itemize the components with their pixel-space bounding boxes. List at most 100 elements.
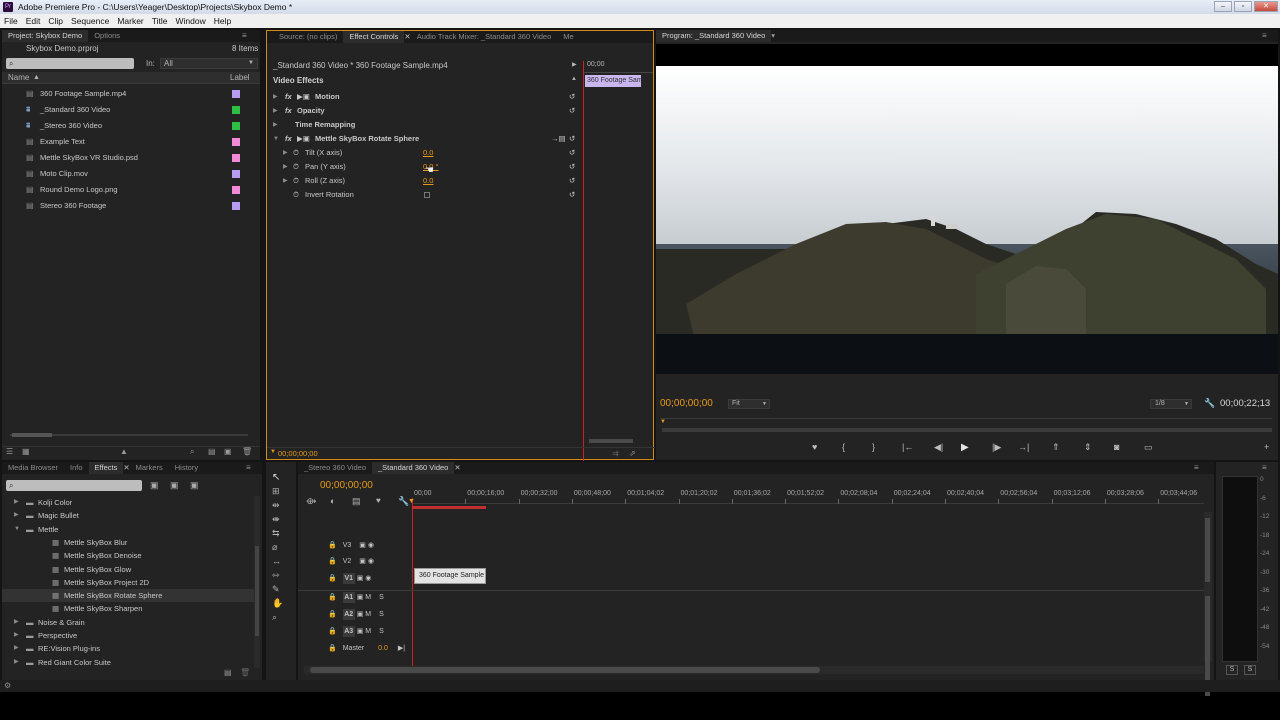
project-item[interactable]: ▤ Example Text: [2, 134, 260, 150]
play-audio-icon[interactable]: ⇉: [612, 449, 619, 458]
slide-tool-icon[interactable]: ⇿: [272, 570, 280, 581]
find-icon[interactable]: ⌕: [190, 447, 194, 457]
safe-margins-icon[interactable]: ▭: [1144, 442, 1153, 453]
effects-tree-item[interactable]: ▶ ▬ Kolji Color: [2, 496, 254, 509]
timeline-vscrollbar[interactable]: [1204, 512, 1212, 696]
timeline-ruler[interactable]: 00;00 00;00;16;00 00;00;32;00 00;00;48;00 00…: [412, 488, 1204, 504]
effects-tree-item[interactable]: ▶ ▬ Noise & Grain: [2, 616, 254, 629]
tab-markers[interactable]: Markers: [130, 462, 169, 474]
scroll-up-icon[interactable]: ▲: [571, 76, 577, 82]
add-button-icon[interactable]: +: [1264, 442, 1269, 452]
tab-history[interactable]: History: [169, 462, 204, 474]
mute-button[interactable]: M: [365, 611, 371, 618]
panel-menu-icon[interactable]: ≡: [1262, 31, 1267, 40]
effects-tree-item[interactable]: ▦ Mettle SkyBox Denoise: [2, 549, 254, 562]
tab-program[interactable]: Program: _Standard 360 Video: [656, 30, 772, 42]
timeline-hscrollbar[interactable]: [304, 666, 1204, 674]
label-color-swatch[interactable]: [232, 138, 240, 146]
tab-source[interactable]: Source: (no clips): [273, 31, 343, 43]
tab-project[interactable]: Project: Skybox Demo: [2, 30, 89, 42]
new-bin-icon[interactable]: ▤: [224, 668, 232, 677]
track-v2[interactable]: 🔒 V2 ▣ ◉: [328, 554, 374, 570]
invert-rotation-checkbox[interactable]: [424, 192, 430, 198]
tab-stereo-sequence[interactable]: _Stereo 360 Video: [298, 462, 372, 474]
track-v3[interactable]: 🔒 V3 ▣ ◉: [328, 538, 374, 554]
effects-search-input[interactable]: ⌕: [6, 480, 142, 491]
project-item[interactable]: ▤ Round Demo Logo.png: [2, 182, 260, 198]
effects-tree-item[interactable]: ▦ Mettle SkyBox Sharpen: [2, 602, 254, 615]
solo-right-button[interactable]: S: [1244, 665, 1256, 675]
column-label[interactable]: Label: [230, 72, 250, 84]
rolling-edit-tool-icon[interactable]: ⇼: [272, 514, 280, 525]
eye-icon[interactable]: ◉: [368, 558, 374, 565]
ripple-edit-tool-icon[interactable]: ⇹: [272, 500, 280, 511]
tab-metadata[interactable]: Me: [557, 31, 579, 43]
tab-effects[interactable]: Effects: [88, 462, 124, 474]
effects-tree-item[interactable]: ▦ Mettle SkyBox Rotate Sphere: [2, 589, 254, 603]
track-a3[interactable]: 🔒 A3 ▣ M S: [328, 624, 384, 640]
resolution-select[interactable]: 1/8 ▼: [1150, 399, 1192, 409]
label-color-swatch[interactable]: [232, 170, 240, 178]
menu-marker[interactable]: Marker: [113, 14, 147, 28]
delete-icon[interactable]: 🗑: [240, 668, 250, 677]
in-filter-select[interactable]: All ▼: [160, 58, 258, 69]
menu-window[interactable]: Window: [172, 14, 210, 28]
new-bin-icon[interactable]: ▤: [208, 447, 216, 456]
effects-tree-item[interactable]: ▦ Mettle SkyBox Blur: [2, 536, 254, 549]
track-a2[interactable]: 🔒 A2 ▣ M S: [328, 607, 384, 623]
panel-menu-icon[interactable]: ≡: [1194, 463, 1199, 472]
effects-tree-item[interactable]: ▼ ▬ Mettle: [2, 523, 254, 536]
effects-tree-item[interactable]: ▶ ▬ Magic Bullet: [2, 509, 254, 522]
track-v1[interactable]: 🔒 V1 ▣ ◉: [328, 571, 371, 587]
work-area-bar[interactable]: [412, 506, 486, 509]
lock-icon[interactable]: 🔒: [328, 594, 337, 601]
eye-icon[interactable]: ◉: [365, 575, 371, 582]
toggle-sync-icon[interactable]: ▣: [357, 611, 364, 618]
list-view-icon[interactable]: ☰: [6, 447, 13, 456]
track-select-tool-icon[interactable]: ⊞: [272, 486, 280, 497]
label-color-swatch[interactable]: [232, 90, 240, 98]
effects-tree-item[interactable]: ▶ ▬ Red Giant Color Suite: [2, 656, 254, 668]
effects-tree-item[interactable]: ▶ ▬ RE:Vision Plug-ins: [2, 642, 254, 655]
rate-stretch-tool-icon[interactable]: ⇆: [272, 528, 280, 539]
menu-clip[interactable]: Clip: [44, 14, 67, 28]
ec-hscrollbar[interactable]: [583, 437, 641, 445]
expand-icon[interactable]: ▶: [14, 509, 19, 522]
snap-icon[interactable]: ⟴: [306, 496, 316, 507]
collapse-arrow-icon[interactable]: ▶: [572, 61, 577, 68]
project-item[interactable]: ▤ Moto Clip.mov: [2, 166, 260, 182]
expand-icon[interactable]: ▶: [14, 496, 19, 509]
maximize-button[interactable]: ▫: [1234, 1, 1252, 12]
toggle-sync-icon[interactable]: ▣: [357, 628, 364, 635]
project-item[interactable]: ▤ 360 Footage Sample.mp4: [2, 86, 260, 102]
icon-view-icon[interactable]: ▦: [22, 447, 30, 456]
label-color-swatch[interactable]: [232, 122, 240, 130]
step-forward-icon[interactable]: |▶: [992, 442, 1001, 453]
program-time-ruler[interactable]: ▼: [660, 418, 1272, 428]
label-color-swatch[interactable]: [232, 154, 240, 162]
menu-title[interactable]: Title: [148, 14, 172, 28]
tab-audio-track-mixer[interactable]: Audio Track Mixer: _Standard 360 Video: [411, 31, 558, 43]
label-color-swatch[interactable]: [232, 106, 240, 114]
add-marker-icon[interactable]: ♥: [812, 442, 817, 452]
ec-mini-clip[interactable]: 360 Footage Sam: [585, 75, 641, 87]
close-button[interactable]: ✕: [1254, 1, 1278, 12]
label-color-swatch[interactable]: [232, 202, 240, 210]
expand-icon[interactable]: ▶: [14, 616, 19, 629]
effects-vscrollbar[interactable]: [254, 496, 260, 668]
toggle-sync-icon[interactable]: ▣: [359, 542, 366, 549]
solo-button[interactable]: S: [379, 628, 384, 635]
lock-icon[interactable]: 🔒: [328, 542, 337, 549]
toggle-sync-icon[interactable]: ▣: [357, 594, 364, 601]
accelerated-effects-icon[interactable]: ▣: [150, 480, 159, 491]
slip-tool-icon[interactable]: ↔: [272, 556, 281, 566]
label-color-swatch[interactable]: [232, 186, 240, 194]
lock-icon[interactable]: 🔒: [328, 575, 337, 582]
zoom-out-icon[interactable]: ▲: [120, 447, 128, 456]
lock-icon[interactable]: 🔒: [328, 645, 337, 652]
panel-menu-icon[interactable]: ≡: [242, 31, 247, 40]
solo-button[interactable]: S: [379, 594, 384, 601]
lift-icon[interactable]: ⇑: [1052, 442, 1060, 453]
wrench-icon[interactable]: 🔧: [1204, 398, 1215, 409]
new-item-icon[interactable]: ▣: [224, 447, 232, 456]
